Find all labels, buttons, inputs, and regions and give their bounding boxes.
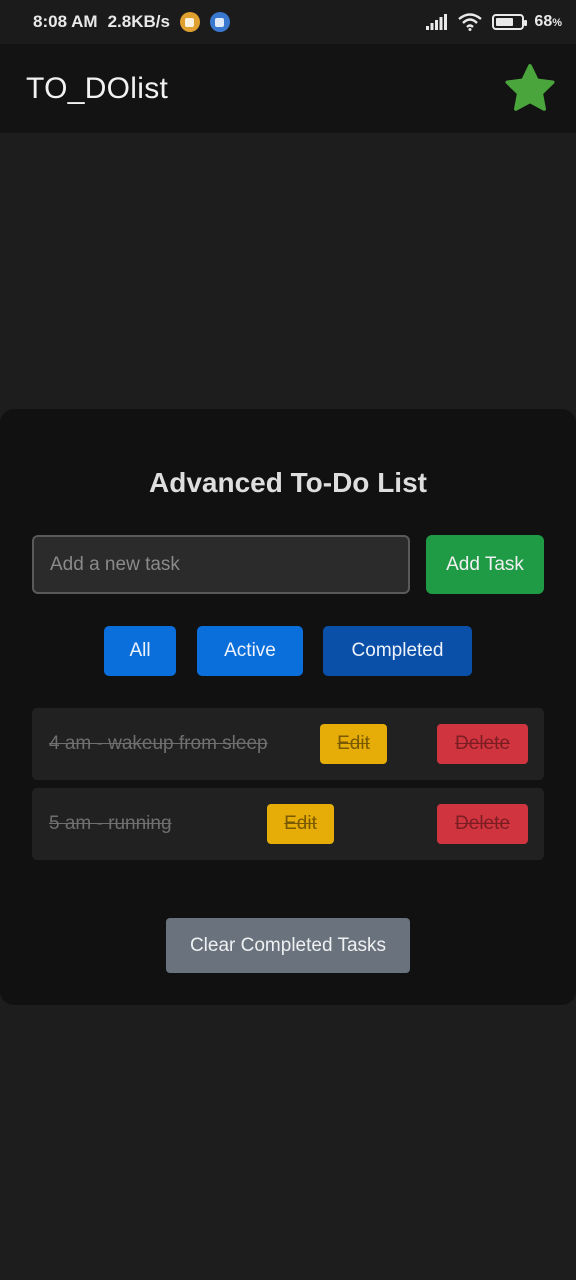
card-title: Advanced To-Do List [149, 467, 427, 498]
status-left: 8:08 AM 2.8KB/s [33, 12, 230, 32]
filter-all-button[interactable]: All [104, 626, 176, 676]
notification-message-icon [209, 12, 230, 32]
battery-percent-value: 68 [534, 13, 553, 30]
wifi-icon [458, 13, 483, 31]
clear-completed-button[interactable]: Clear Completed Tasks [166, 918, 410, 973]
filter-completed-button[interactable]: Completed [323, 626, 472, 676]
app-bar: TO_DOlist [0, 44, 576, 133]
task-text[interactable]: 4 am - wakeup from sleep [49, 708, 268, 780]
status-net-speed: 2.8KB/s [107, 12, 170, 31]
task-item: 4 am - wakeup from sleep Edit Delete [32, 708, 544, 780]
new-task-input[interactable] [32, 535, 410, 594]
status-bar: 8:08 AM 2.8KB/s 68% [0, 0, 576, 44]
star-icon [505, 63, 555, 111]
todo-card: Advanced To-Do List Add Task All Active … [0, 409, 576, 1005]
add-task-button[interactable]: Add Task [426, 535, 544, 594]
battery-percent: 68% [534, 13, 562, 31]
edit-task-button[interactable]: Edit [267, 804, 334, 844]
app-title: TO_DOlist [26, 71, 169, 105]
signal-icon [426, 14, 448, 30]
status-right: 68% [426, 13, 562, 31]
battery-level [496, 18, 513, 26]
favorite-button[interactable] [502, 61, 558, 117]
delete-task-button[interactable]: Delete [437, 804, 528, 844]
status-time: 8:08 AM [33, 12, 98, 31]
notification-app-icon [179, 12, 200, 32]
delete-task-button[interactable]: Delete [437, 724, 528, 764]
edit-task-button[interactable]: Edit [320, 724, 387, 764]
battery-icon [492, 14, 528, 30]
task-text[interactable]: 5 am - running [49, 788, 172, 860]
battery-percent-unit: % [552, 17, 562, 29]
task-item: 5 am - running Edit Delete [32, 788, 544, 860]
filter-active-button[interactable]: Active [197, 626, 303, 676]
